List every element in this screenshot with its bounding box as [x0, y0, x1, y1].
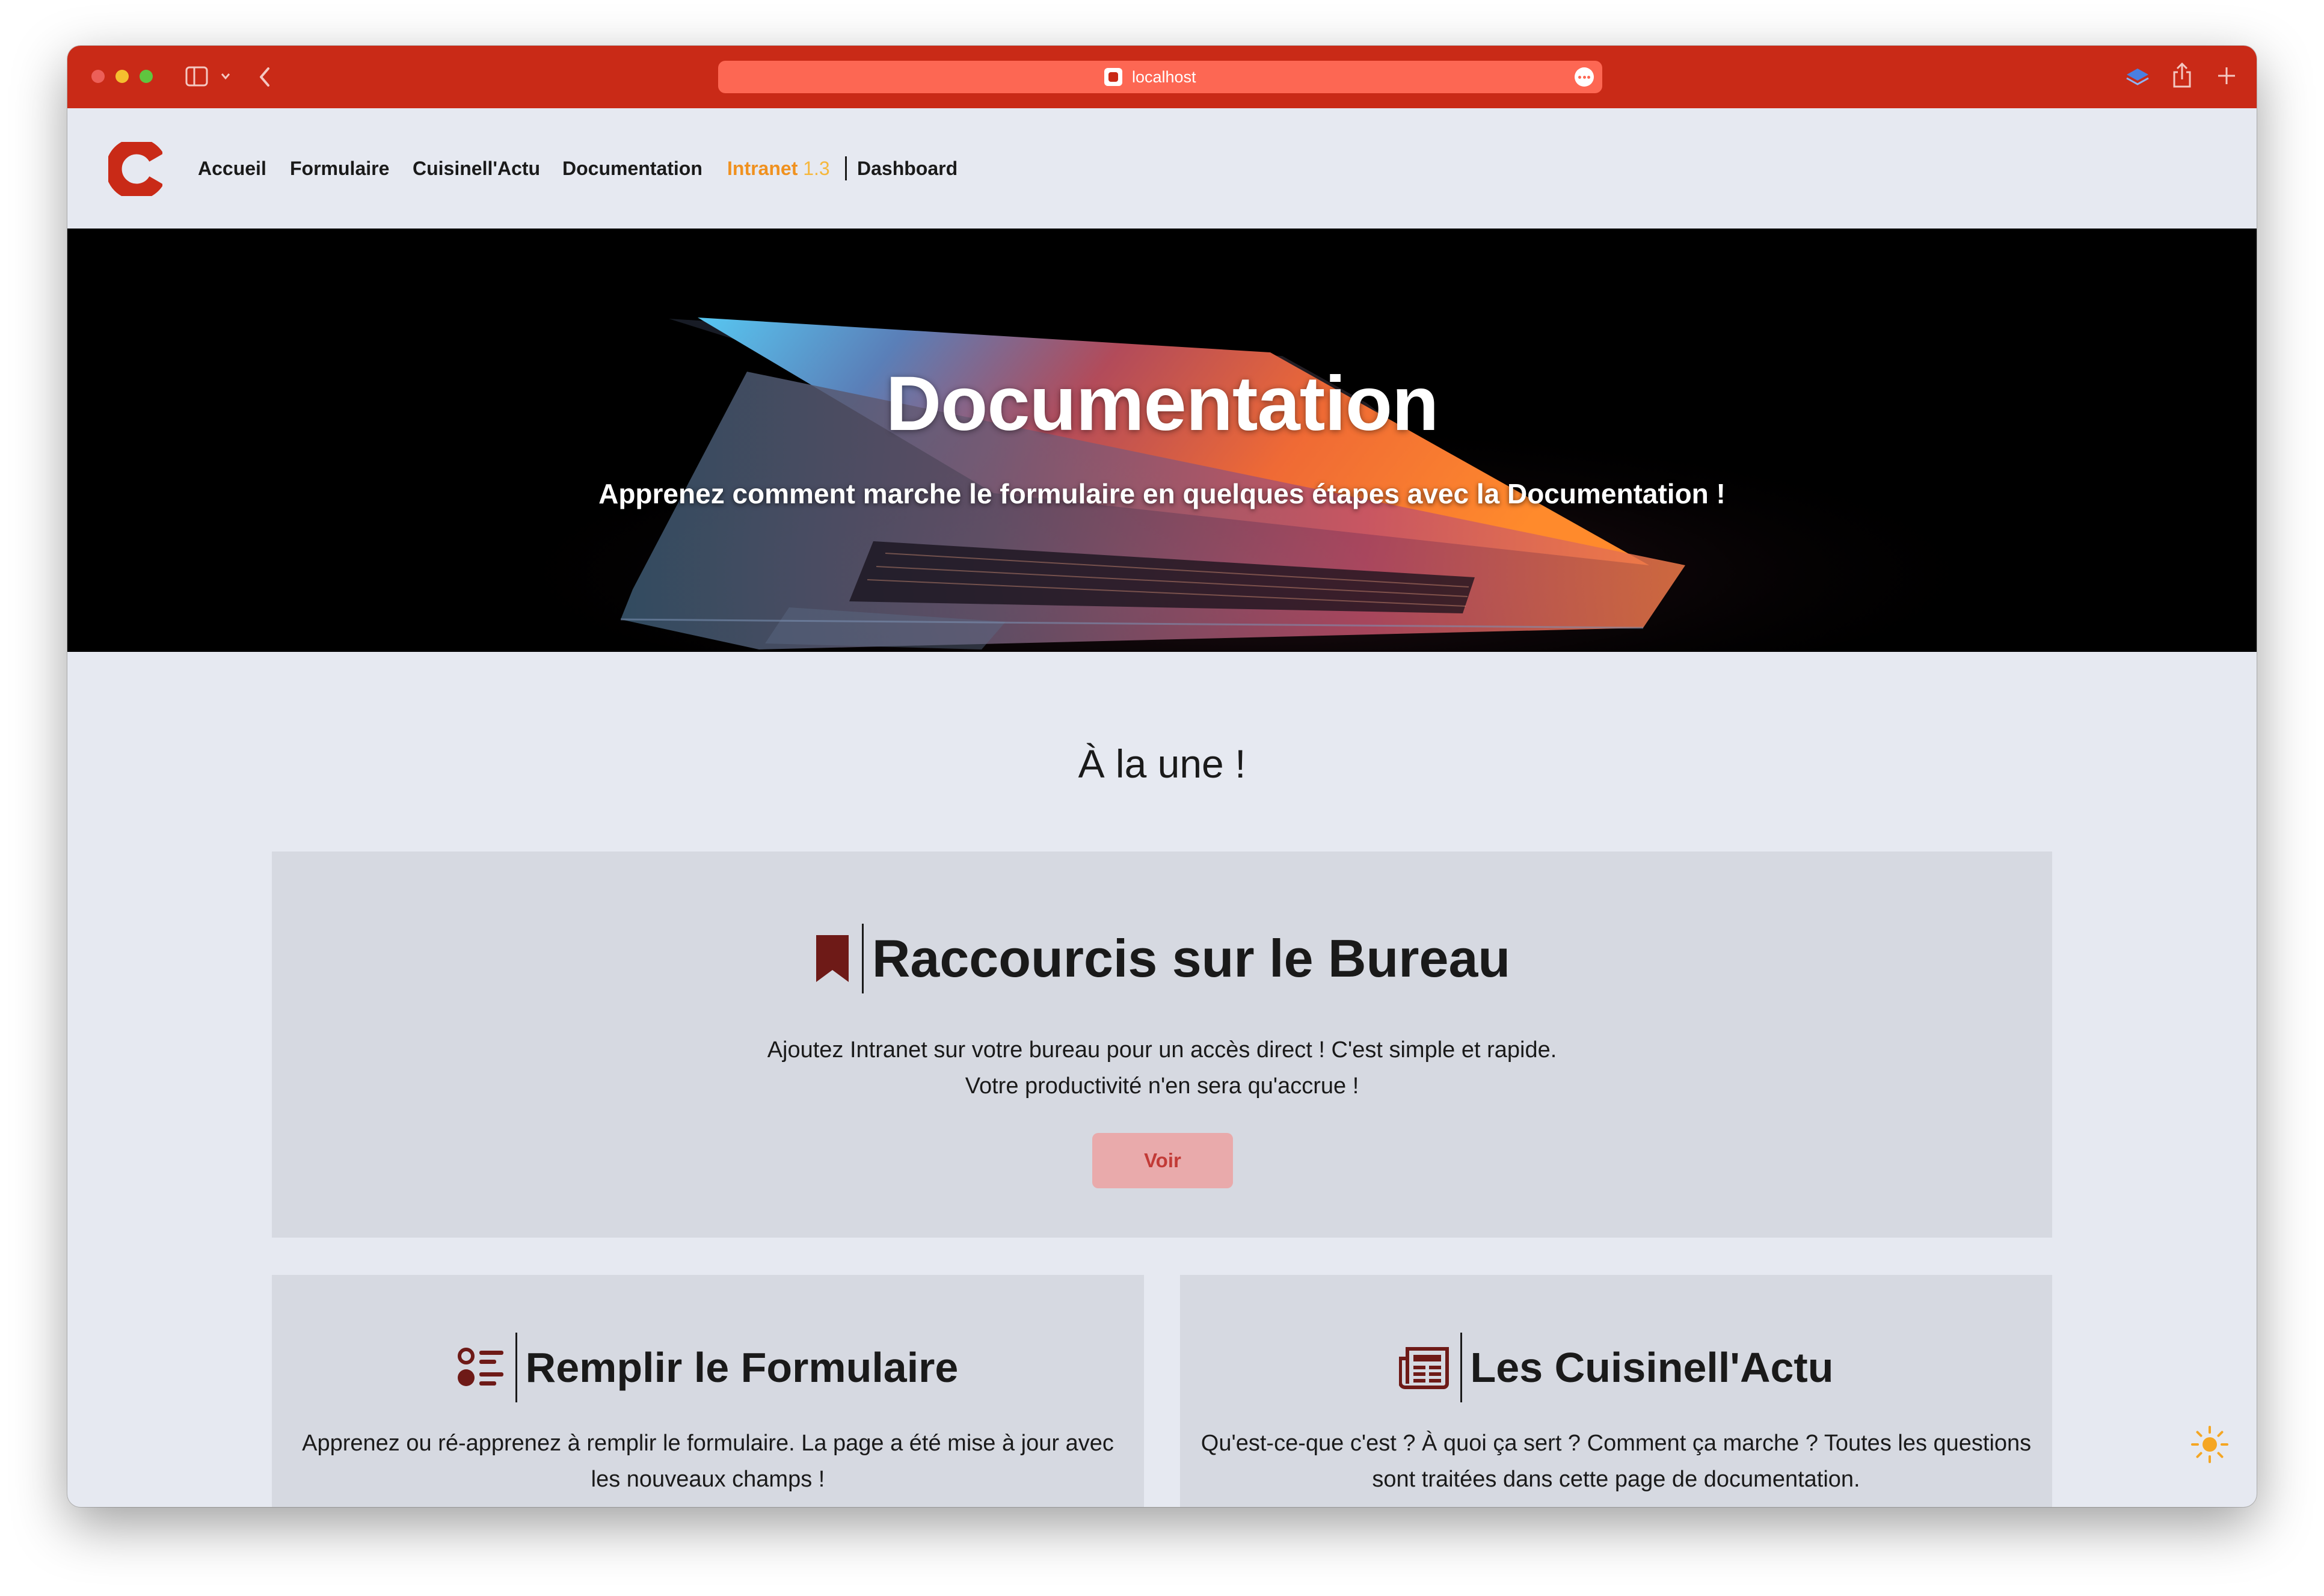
- back-arrow-icon[interactable]: [257, 66, 272, 88]
- site-navbar: Accueil Formulaire Cuisinell'Actu Docume…: [67, 108, 2257, 229]
- bookmark-icon: [816, 935, 849, 982]
- list-icon: [457, 1348, 503, 1386]
- card-remplir-header: Remplir le Formulaire: [272, 1333, 1144, 1402]
- address-url: localhost: [1132, 68, 1196, 86]
- section-title: À la une !: [1078, 741, 1246, 786]
- share-icon[interactable]: [2171, 61, 2193, 89]
- nav-accueil[interactable]: Accueil: [198, 152, 266, 185]
- address-bar[interactable]: localhost: [718, 61, 1602, 93]
- sun-icon[interactable]: [2190, 1425, 2229, 1464]
- card-remplir-title: Remplir le Formulaire: [525, 1344, 959, 1391]
- layers-icon[interactable]: [2124, 64, 2151, 89]
- hero-subtitle: Apprenez comment marche le formulaire en…: [598, 478, 1726, 509]
- featured-card-header: Raccourcis sur le Bureau: [272, 924, 2052, 993]
- browser-toolbar: localhost: [67, 46, 2257, 108]
- nav-formulaire[interactable]: Formulaire: [290, 152, 389, 185]
- nav-intranet-label: Intranet: [727, 158, 798, 179]
- cuisinell-logo-icon[interactable]: [108, 142, 162, 196]
- new-tab-plus-icon[interactable]: [2216, 65, 2237, 87]
- card-actu-title: Les Cuisinell'Actu: [1470, 1344, 1834, 1391]
- chevron-down-icon[interactable]: [220, 72, 231, 81]
- nav-intranet[interactable]: Intranet 1.3: [727, 152, 830, 185]
- close-window-button[interactable]: [91, 70, 105, 83]
- newspaper-icon: [1398, 1347, 1449, 1389]
- card-cuisinell-actu: Les Cuisinell'Actu Qu'est-ce-que c'est ?…: [1180, 1275, 2052, 1507]
- sidebar-toggle-icon[interactable]: [185, 66, 208, 87]
- zoom-window-button[interactable]: [140, 70, 153, 83]
- card-remplir-text-1: Apprenez ou ré-apprenez à remplir le for…: [302, 1431, 1114, 1456]
- card-actu-text-2: sont traitées dans cette page de documen…: [1372, 1467, 1860, 1492]
- nav-cuisinell-actu[interactable]: Cuisinell'Actu: [413, 152, 540, 185]
- featured-card-title: Raccourcis sur le Bureau: [872, 928, 1511, 988]
- voir-button[interactable]: Voir: [1092, 1133, 1233, 1188]
- hero-title: Documentation: [885, 361, 1439, 447]
- featured-card-text-1: Ajoutez Intranet sur votre bureau pour u…: [767, 1037, 1557, 1063]
- nav-divider: [845, 156, 847, 180]
- site-favicon: [1104, 68, 1122, 86]
- card-remplir-formulaire: Remplir le Formulaire Apprenez ou ré-app…: [272, 1275, 1144, 1507]
- nav-intranet-version: 1.3: [803, 158, 830, 179]
- card-remplir-text-2: les nouveaux champs !: [591, 1467, 825, 1492]
- nav-documentation[interactable]: Documentation: [562, 152, 702, 185]
- featured-card: Raccourcis sur le Bureau Ajoutez Intrane…: [272, 852, 2052, 1238]
- minimize-window-button[interactable]: [115, 70, 129, 83]
- browser-window: localhost Accueil Formulaire Cuisinell'A…: [67, 46, 2257, 1507]
- hero-banner: Documentation Apprenez comment marche le…: [67, 229, 2257, 652]
- more-options-icon[interactable]: [1575, 67, 1594, 87]
- card-actu-header: Les Cuisinell'Actu: [1180, 1333, 2052, 1402]
- nav-dashboard[interactable]: Dashboard: [857, 152, 958, 185]
- featured-card-text-2: Votre productivité n'en sera qu'accrue !: [965, 1073, 1359, 1099]
- card-actu-text-1: Qu'est-ce-que c'est ? À quoi ça sert ? C…: [1200, 1431, 2032, 1456]
